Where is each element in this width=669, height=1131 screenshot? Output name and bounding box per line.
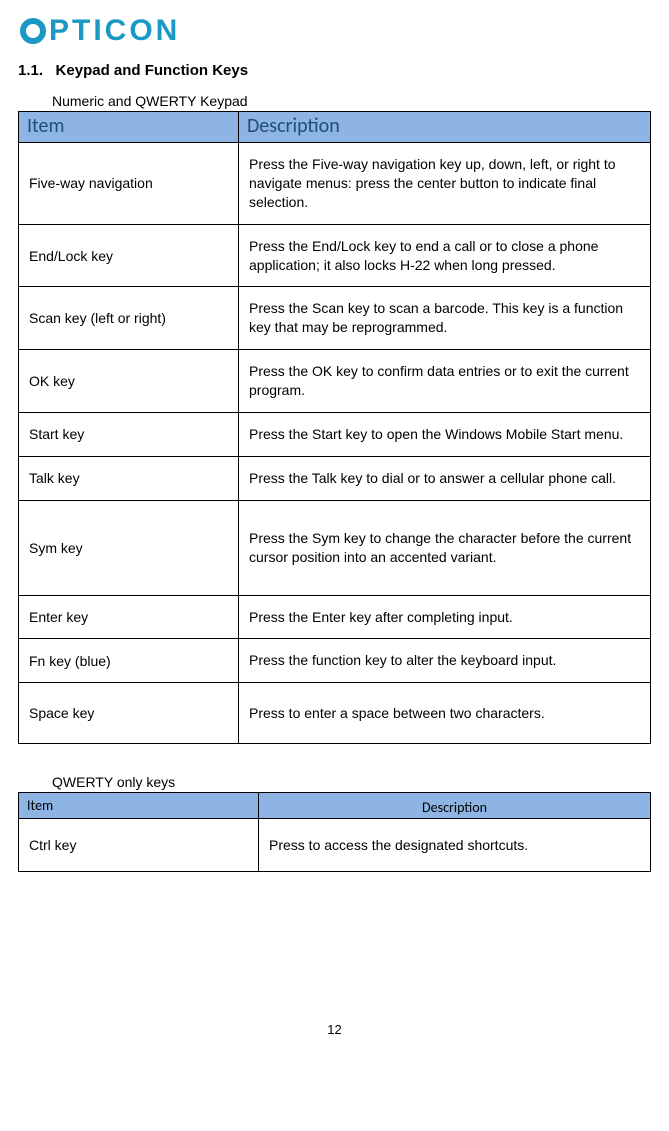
section-heading: 1.1. Keypad and Function Keys [18,62,651,79]
section-title: Keypad and Function Keys [56,62,249,79]
table2-header-item: Item [19,793,259,819]
table-row: Five-way navigation Press the Five-way n… [19,143,651,225]
desc-cell: Press the Scan key to scan a barcode. Th… [239,287,651,350]
table2-header-desc: Description [259,793,651,819]
item-cell: Space key [19,683,239,744]
logo-text: PTICON [49,14,180,48]
item-cell: Talk key [19,456,239,500]
table-row: Enter key Press the Enter key after comp… [19,595,651,639]
logo: PTICON [18,12,651,62]
desc-cell: Press to enter a space between two chara… [239,683,651,744]
qwerty-table: Item Description Ctrl key Press to acces… [18,792,651,872]
logo-o-icon [20,18,46,44]
desc-cell: Press the End/Lock key to end a call or … [239,224,651,287]
desc-cell: Press the Start key to open the Windows … [239,413,651,457]
desc-cell: Press the Five-way navigation key up, do… [239,143,651,225]
desc-cell: Press the Talk key to dial or to answer … [239,456,651,500]
item-cell: Five-way navigation [19,143,239,225]
table-row: Start key Press the Start key to open th… [19,413,651,457]
table-row: Sym key Press the Sym key to change the … [19,500,651,595]
item-cell: Fn key (blue) [19,639,239,683]
table-row: Ctrl key Press to access the designated … [19,819,651,872]
table-row: Talk key Press the Talk key to dial or t… [19,456,651,500]
item-cell: OK key [19,350,239,413]
table1-label: Numeric and QWERTY Keypad [52,93,651,109]
table1-header-desc: Description [239,112,651,143]
table2-label: QWERTY only keys [52,774,651,790]
table-row: Scan key (left or right) Press the Scan … [19,287,651,350]
page-number: 12 [18,872,651,1037]
table1-header-item: Item [19,112,239,143]
desc-cell: Press the Sym key to change the characte… [239,500,651,595]
item-cell: Sym key [19,500,239,595]
table-row: Space key Press to enter a space between… [19,683,651,744]
item-cell: End/Lock key [19,224,239,287]
item-cell: Ctrl key [19,819,259,872]
table-row: End/Lock key Press the End/Lock key to e… [19,224,651,287]
desc-cell: Press the OK key to confirm data entries… [239,350,651,413]
desc-cell: Press to access the designated shortcuts… [259,819,651,872]
desc-cell: Press the Enter key after completing inp… [239,595,651,639]
item-cell: Start key [19,413,239,457]
section-number: 1.1. [18,62,43,79]
table-row: OK key Press the OK key to confirm data … [19,350,651,413]
item-cell: Enter key [19,595,239,639]
keypad-table: Item Description Five-way navigation Pre… [18,111,651,744]
table-row: Fn key (blue) Press the function key to … [19,639,651,683]
desc-cell: Press the function key to alter the keyb… [239,639,651,683]
item-cell: Scan key (left or right) [19,287,239,350]
